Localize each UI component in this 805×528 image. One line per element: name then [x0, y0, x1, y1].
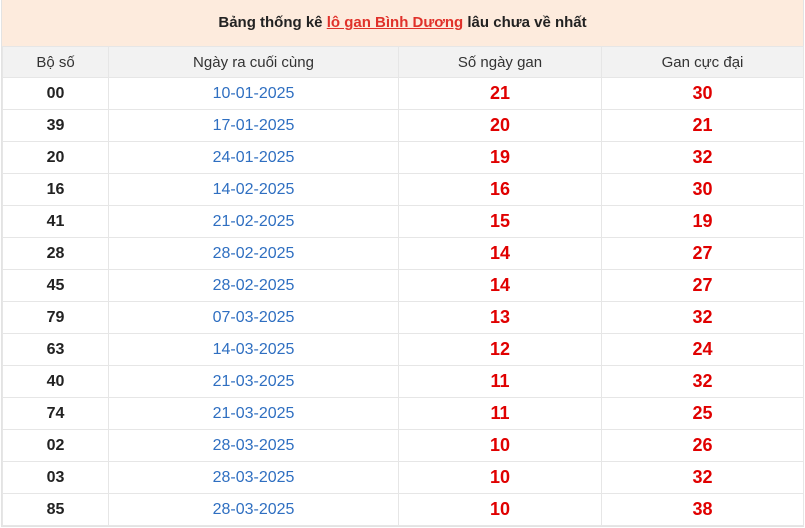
gan-cuc-dai-cell: 32 [601, 461, 804, 494]
table-row: 03 28-03-2025 10 32 [2, 461, 804, 494]
bo-so-cell: 20 [2, 141, 109, 174]
so-ngay-gan-cell: 11 [398, 365, 602, 398]
gan-cuc-dai-cell: 25 [601, 397, 804, 430]
table-row: 16 14-02-2025 16 30 [2, 173, 804, 206]
so-ngay-gan-cell: 20 [398, 109, 602, 142]
header-ngay-ra: Ngày ra cuối cùng [108, 46, 399, 78]
ngay-ra-cell: 28-03-2025 [108, 493, 399, 526]
table-header-row: Bộ số Ngày ra cuối cùng Số ngày gan Gan … [2, 46, 804, 78]
bo-so-cell: 00 [2, 77, 109, 110]
table-row: 63 14-03-2025 12 24 [2, 333, 804, 366]
table-row: 41 21-02-2025 15 19 [2, 205, 804, 238]
ngay-ra-cell: 28-03-2025 [108, 461, 399, 494]
table-row: 79 07-03-2025 13 32 [2, 301, 804, 334]
bo-so-cell: 40 [2, 365, 109, 398]
gan-cuc-dai-cell: 38 [601, 493, 804, 526]
gan-cuc-dai-cell: 26 [601, 429, 804, 462]
gan-cuc-dai-cell: 32 [601, 301, 804, 334]
bo-so-cell: 85 [2, 493, 109, 526]
so-ngay-gan-cell: 21 [398, 77, 602, 110]
gan-cuc-dai-cell: 27 [601, 237, 804, 270]
bo-so-cell: 45 [2, 269, 109, 302]
so-ngay-gan-cell: 10 [398, 429, 602, 462]
ngay-ra-cell: 17-01-2025 [108, 109, 399, 142]
bo-so-cell: 16 [2, 173, 109, 206]
table-row: 00 10-01-2025 21 30 [2, 77, 804, 110]
bo-so-cell: 39 [2, 109, 109, 142]
title-prefix: Bảng thống kê [218, 14, 327, 31]
gan-cuc-dai-cell: 32 [601, 365, 804, 398]
so-ngay-gan-cell: 15 [398, 205, 602, 238]
header-bo-so: Bộ số [2, 46, 109, 78]
so-ngay-gan-cell: 11 [398, 397, 602, 430]
bo-so-cell: 63 [2, 333, 109, 366]
gan-cuc-dai-cell: 30 [601, 77, 804, 110]
table-title: Bảng thống kê lô gan Bình Dương lâu chưa… [2, 0, 803, 46]
table-body: 00 10-01-2025 21 30 39 17-01-2025 20 21 20 24-01-… [2, 77, 804, 526]
so-ngay-gan-cell: 13 [398, 301, 602, 334]
ngay-ra-cell: 28-03-2025 [108, 429, 399, 462]
gan-cuc-dai-cell: 30 [601, 173, 804, 206]
gan-cuc-dai-cell: 24 [601, 333, 804, 366]
ngay-ra-cell: 24-01-2025 [108, 141, 399, 174]
lo-gan-table: Bộ số Ngày ra cuối cùng Số ngày gan Gan … [2, 46, 804, 526]
bo-so-cell: 28 [2, 237, 109, 270]
table-row: 28 28-02-2025 14 27 [2, 237, 804, 270]
lo-gan-stats-panel: Bảng thống kê lô gan Bình Dương lâu chưa… [1, 0, 804, 527]
so-ngay-gan-cell: 14 [398, 269, 602, 302]
so-ngay-gan-cell: 16 [398, 173, 602, 206]
ngay-ra-cell: 28-02-2025 [108, 237, 399, 270]
so-ngay-gan-cell: 10 [398, 493, 602, 526]
ngay-ra-cell: 21-03-2025 [108, 365, 399, 398]
ngay-ra-cell: 21-02-2025 [108, 205, 399, 238]
bo-so-cell: 41 [2, 205, 109, 238]
bo-so-cell: 79 [2, 301, 109, 334]
table-row: 40 21-03-2025 11 32 [2, 365, 804, 398]
bo-so-cell: 74 [2, 397, 109, 430]
table-row: 45 28-02-2025 14 27 [2, 269, 804, 302]
table-row: 85 28-03-2025 10 38 [2, 493, 804, 526]
ngay-ra-cell: 21-03-2025 [108, 397, 399, 430]
table-row: 02 28-03-2025 10 26 [2, 429, 804, 462]
header-gan-cuc-dai: Gan cực đại [601, 46, 804, 78]
gan-cuc-dai-cell: 32 [601, 141, 804, 174]
table-row: 39 17-01-2025 20 21 [2, 109, 804, 142]
ngay-ra-cell: 28-02-2025 [108, 269, 399, 302]
ngay-ra-cell: 10-01-2025 [108, 77, 399, 110]
ngay-ra-cell: 14-02-2025 [108, 173, 399, 206]
table-row: 74 21-03-2025 11 25 [2, 397, 804, 430]
lo-gan-link[interactable]: lô gan Bình Dương [327, 14, 464, 31]
so-ngay-gan-cell: 19 [398, 141, 602, 174]
bo-so-cell: 02 [2, 429, 109, 462]
so-ngay-gan-cell: 12 [398, 333, 602, 366]
bo-so-cell: 03 [2, 461, 109, 494]
so-ngay-gan-cell: 10 [398, 461, 602, 494]
title-suffix: lâu chưa về nhất [463, 14, 587, 31]
table-row: 20 24-01-2025 19 32 [2, 141, 804, 174]
gan-cuc-dai-cell: 19 [601, 205, 804, 238]
ngay-ra-cell: 07-03-2025 [108, 301, 399, 334]
ngay-ra-cell: 14-03-2025 [108, 333, 399, 366]
so-ngay-gan-cell: 14 [398, 237, 602, 270]
gan-cuc-dai-cell: 21 [601, 109, 804, 142]
header-so-ngay-gan: Số ngày gan [398, 46, 602, 78]
gan-cuc-dai-cell: 27 [601, 269, 804, 302]
